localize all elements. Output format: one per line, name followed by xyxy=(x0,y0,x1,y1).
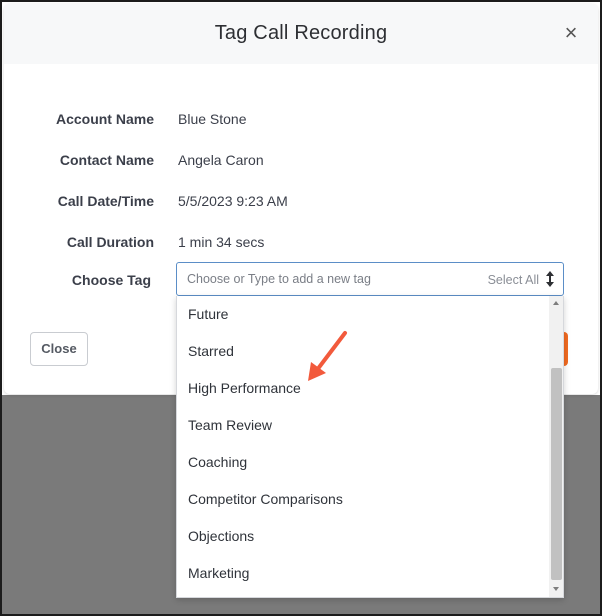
close-icon[interactable]: × xyxy=(562,22,580,44)
dialog-title: Tag Call Recording xyxy=(214,22,388,44)
call-datetime-value: 5/5/2023 9:23 AM xyxy=(178,193,288,209)
scroll-up-arrow-icon[interactable] xyxy=(553,301,559,305)
tag-option-objections[interactable]: Objections xyxy=(177,518,549,555)
tag-option-team-review[interactable]: Team Review xyxy=(177,407,549,444)
tag-option-starred[interactable]: Starred xyxy=(177,333,549,370)
annotation-arrow-icon xyxy=(308,331,347,381)
tag-option-competitor-comparisons[interactable]: Competitor Comparisons xyxy=(177,481,549,518)
tag-option-marketing[interactable]: Marketing xyxy=(177,555,549,592)
tag-dropdown[interactable]: Future Starred High Performance Team Rev… xyxy=(176,296,564,598)
tag-options-list: Future Starred High Performance Team Rev… xyxy=(177,296,549,592)
contact-name-value: Angela Caron xyxy=(178,152,264,168)
tag-option-future[interactable]: Future xyxy=(177,296,549,333)
tag-option-coaching[interactable]: Coaching xyxy=(177,444,549,481)
dialog-header: Tag Call Recording × xyxy=(4,4,598,64)
sort-up-down-icon[interactable] xyxy=(545,270,555,288)
contact-name-label: Contact Name xyxy=(59,152,154,168)
scroll-down-arrow-icon[interactable] xyxy=(553,587,559,591)
call-datetime-label: Call Date/Time xyxy=(57,193,154,209)
tag-input-placeholder: Choose or Type to add a new tag xyxy=(187,272,371,286)
tag-option-high-performance[interactable]: High Performance xyxy=(177,370,549,407)
choose-tag-label: Choose Tag xyxy=(71,272,151,288)
select-all-link[interactable]: Select All xyxy=(488,273,539,287)
scrollbar-thumb[interactable] xyxy=(551,368,562,580)
close-button[interactable]: Close xyxy=(30,332,88,366)
account-name-label: Account Name xyxy=(55,111,154,127)
call-duration-value: 1 min 34 secs xyxy=(178,234,265,250)
account-name-value: Blue Stone xyxy=(178,111,247,127)
tag-input[interactable]: Choose or Type to add a new tag Select A… xyxy=(176,262,564,296)
dropdown-scrollbar[interactable] xyxy=(549,296,563,597)
call-duration-label: Call Duration xyxy=(66,234,154,250)
